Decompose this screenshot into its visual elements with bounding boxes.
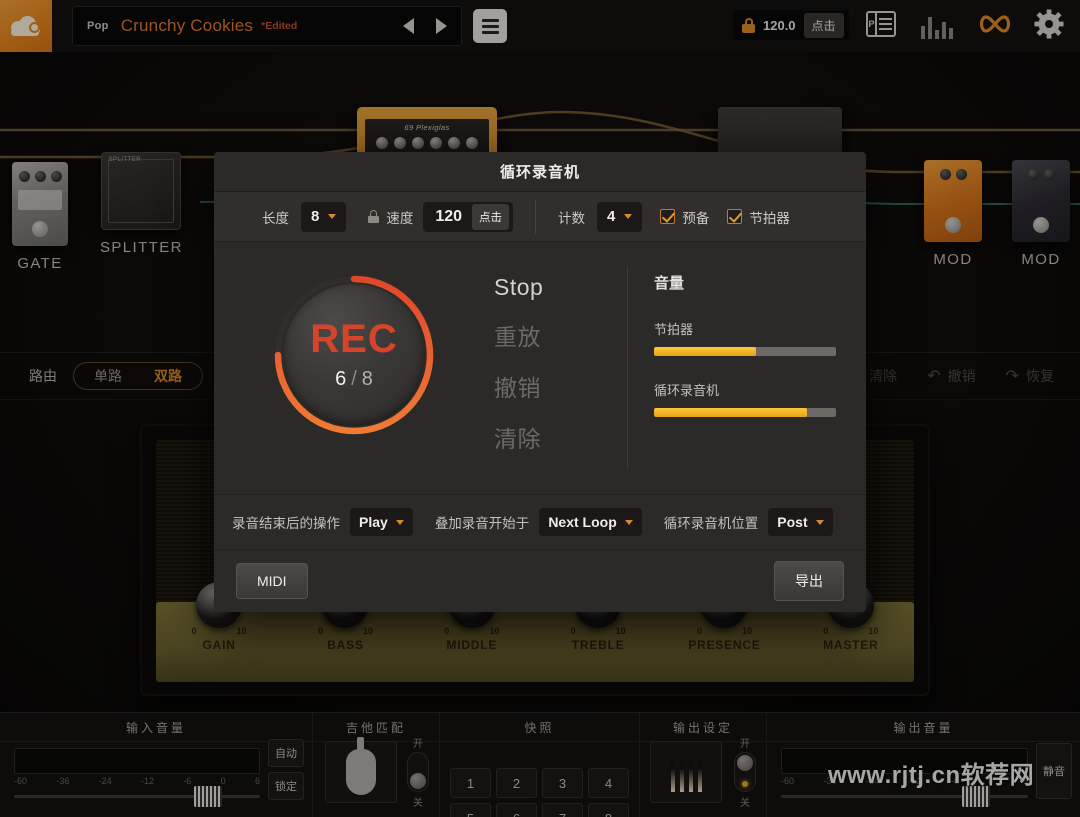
looper-position-label: 循环录音机位置 [664,512,759,532]
checkbox-icon[interactable] [660,209,675,224]
length-value: 8 [311,208,319,225]
chevron-down-icon [624,214,632,219]
dialog-title: 循环录音机 [214,152,866,192]
length-label: 长度 [262,207,289,227]
metronome-checkbox[interactable]: 节拍器 [727,207,790,227]
precount-checkbox[interactable]: 预备 [660,207,709,227]
midi-button[interactable]: MIDI [236,563,308,599]
overdub-start-dropdown[interactable]: Next Loop [539,508,641,536]
slider-fill [654,408,807,417]
after-record-value: Play [359,514,388,530]
dial-face[interactable]: REC 6/8 [283,284,425,426]
checkbox-icon[interactable] [727,209,742,224]
speed-tap-button[interactable]: 点击 [472,204,509,230]
speed-field[interactable]: 120 点击 [423,202,513,232]
transport-actions: Stop 重放 撤销 清除 [494,260,609,494]
metronome-volume-slider[interactable] [654,347,836,356]
dialog-main: REC 6/8 Stop 重放 撤销 清除 音量 节拍器 [214,242,866,494]
dialog-settings-bar: 长度 8 速度 120 点击 计数 4 预备 节拍器 [214,192,866,242]
overdub-start-value: Next Loop [548,514,616,530]
loop-counter: 6/8 [335,368,373,391]
loop-separator: / [351,368,357,390]
slider-fill [654,347,756,356]
looper-volume: 循环录音机 [654,380,836,417]
action-replay[interactable]: 重放 [494,318,609,352]
count-value: 4 [607,208,615,225]
action-clear[interactable]: 清除 [494,420,609,454]
speed-value: 120 [435,208,462,226]
loop-current: 6 [335,368,346,390]
dialog-options-bar: 录音结束后的操作 Play 叠加录音开始于 Next Loop 循环录音机位置 … [214,494,866,550]
volume-title: 音量 [654,272,836,293]
looper-position-dropdown[interactable]: Post [768,508,832,536]
loop-recorder-dialog: 循环录音机 长度 8 速度 120 点击 计数 4 预备 [214,152,866,612]
record-state-label: REC [310,319,397,359]
length-spinner[interactable]: 8 [301,202,346,232]
record-dial[interactable]: REC 6/8 [269,270,439,440]
volume-section: 音量 节拍器 循环录音机 [654,260,866,494]
overdub-start-label: 叠加录音开始于 [435,512,530,532]
chevron-down-icon [625,520,633,525]
action-stop[interactable]: Stop [494,274,609,301]
count-spinner[interactable]: 4 [597,202,642,232]
dialog-footer: MIDI 导出 [214,550,866,612]
chevron-down-icon [328,214,336,219]
speed-label: 速度 [386,207,413,227]
export-button[interactable]: 导出 [774,561,844,601]
metronome-volume: 节拍器 [654,319,836,356]
looper-position-value: Post [777,514,807,530]
looper-volume-slider[interactable] [654,408,836,417]
metronome-volume-label: 节拍器 [654,319,836,338]
precount-label: 预备 [682,207,709,227]
record-dial-area: REC 6/8 [214,260,494,494]
settings-divider [535,200,536,234]
chevron-down-icon [396,520,404,525]
looper-volume-label: 循环录音机 [654,380,836,399]
count-label: 计数 [558,207,585,227]
after-record-dropdown[interactable]: Play [350,508,413,536]
main-divider [627,266,628,468]
after-record-label: 录音结束后的操作 [232,512,340,532]
speed-lock-icon[interactable] [368,210,379,223]
metronome-label: 节拍器 [749,207,790,227]
loop-total: 8 [362,368,373,390]
chevron-down-icon [816,520,824,525]
action-undo[interactable]: 撤销 [494,369,609,403]
